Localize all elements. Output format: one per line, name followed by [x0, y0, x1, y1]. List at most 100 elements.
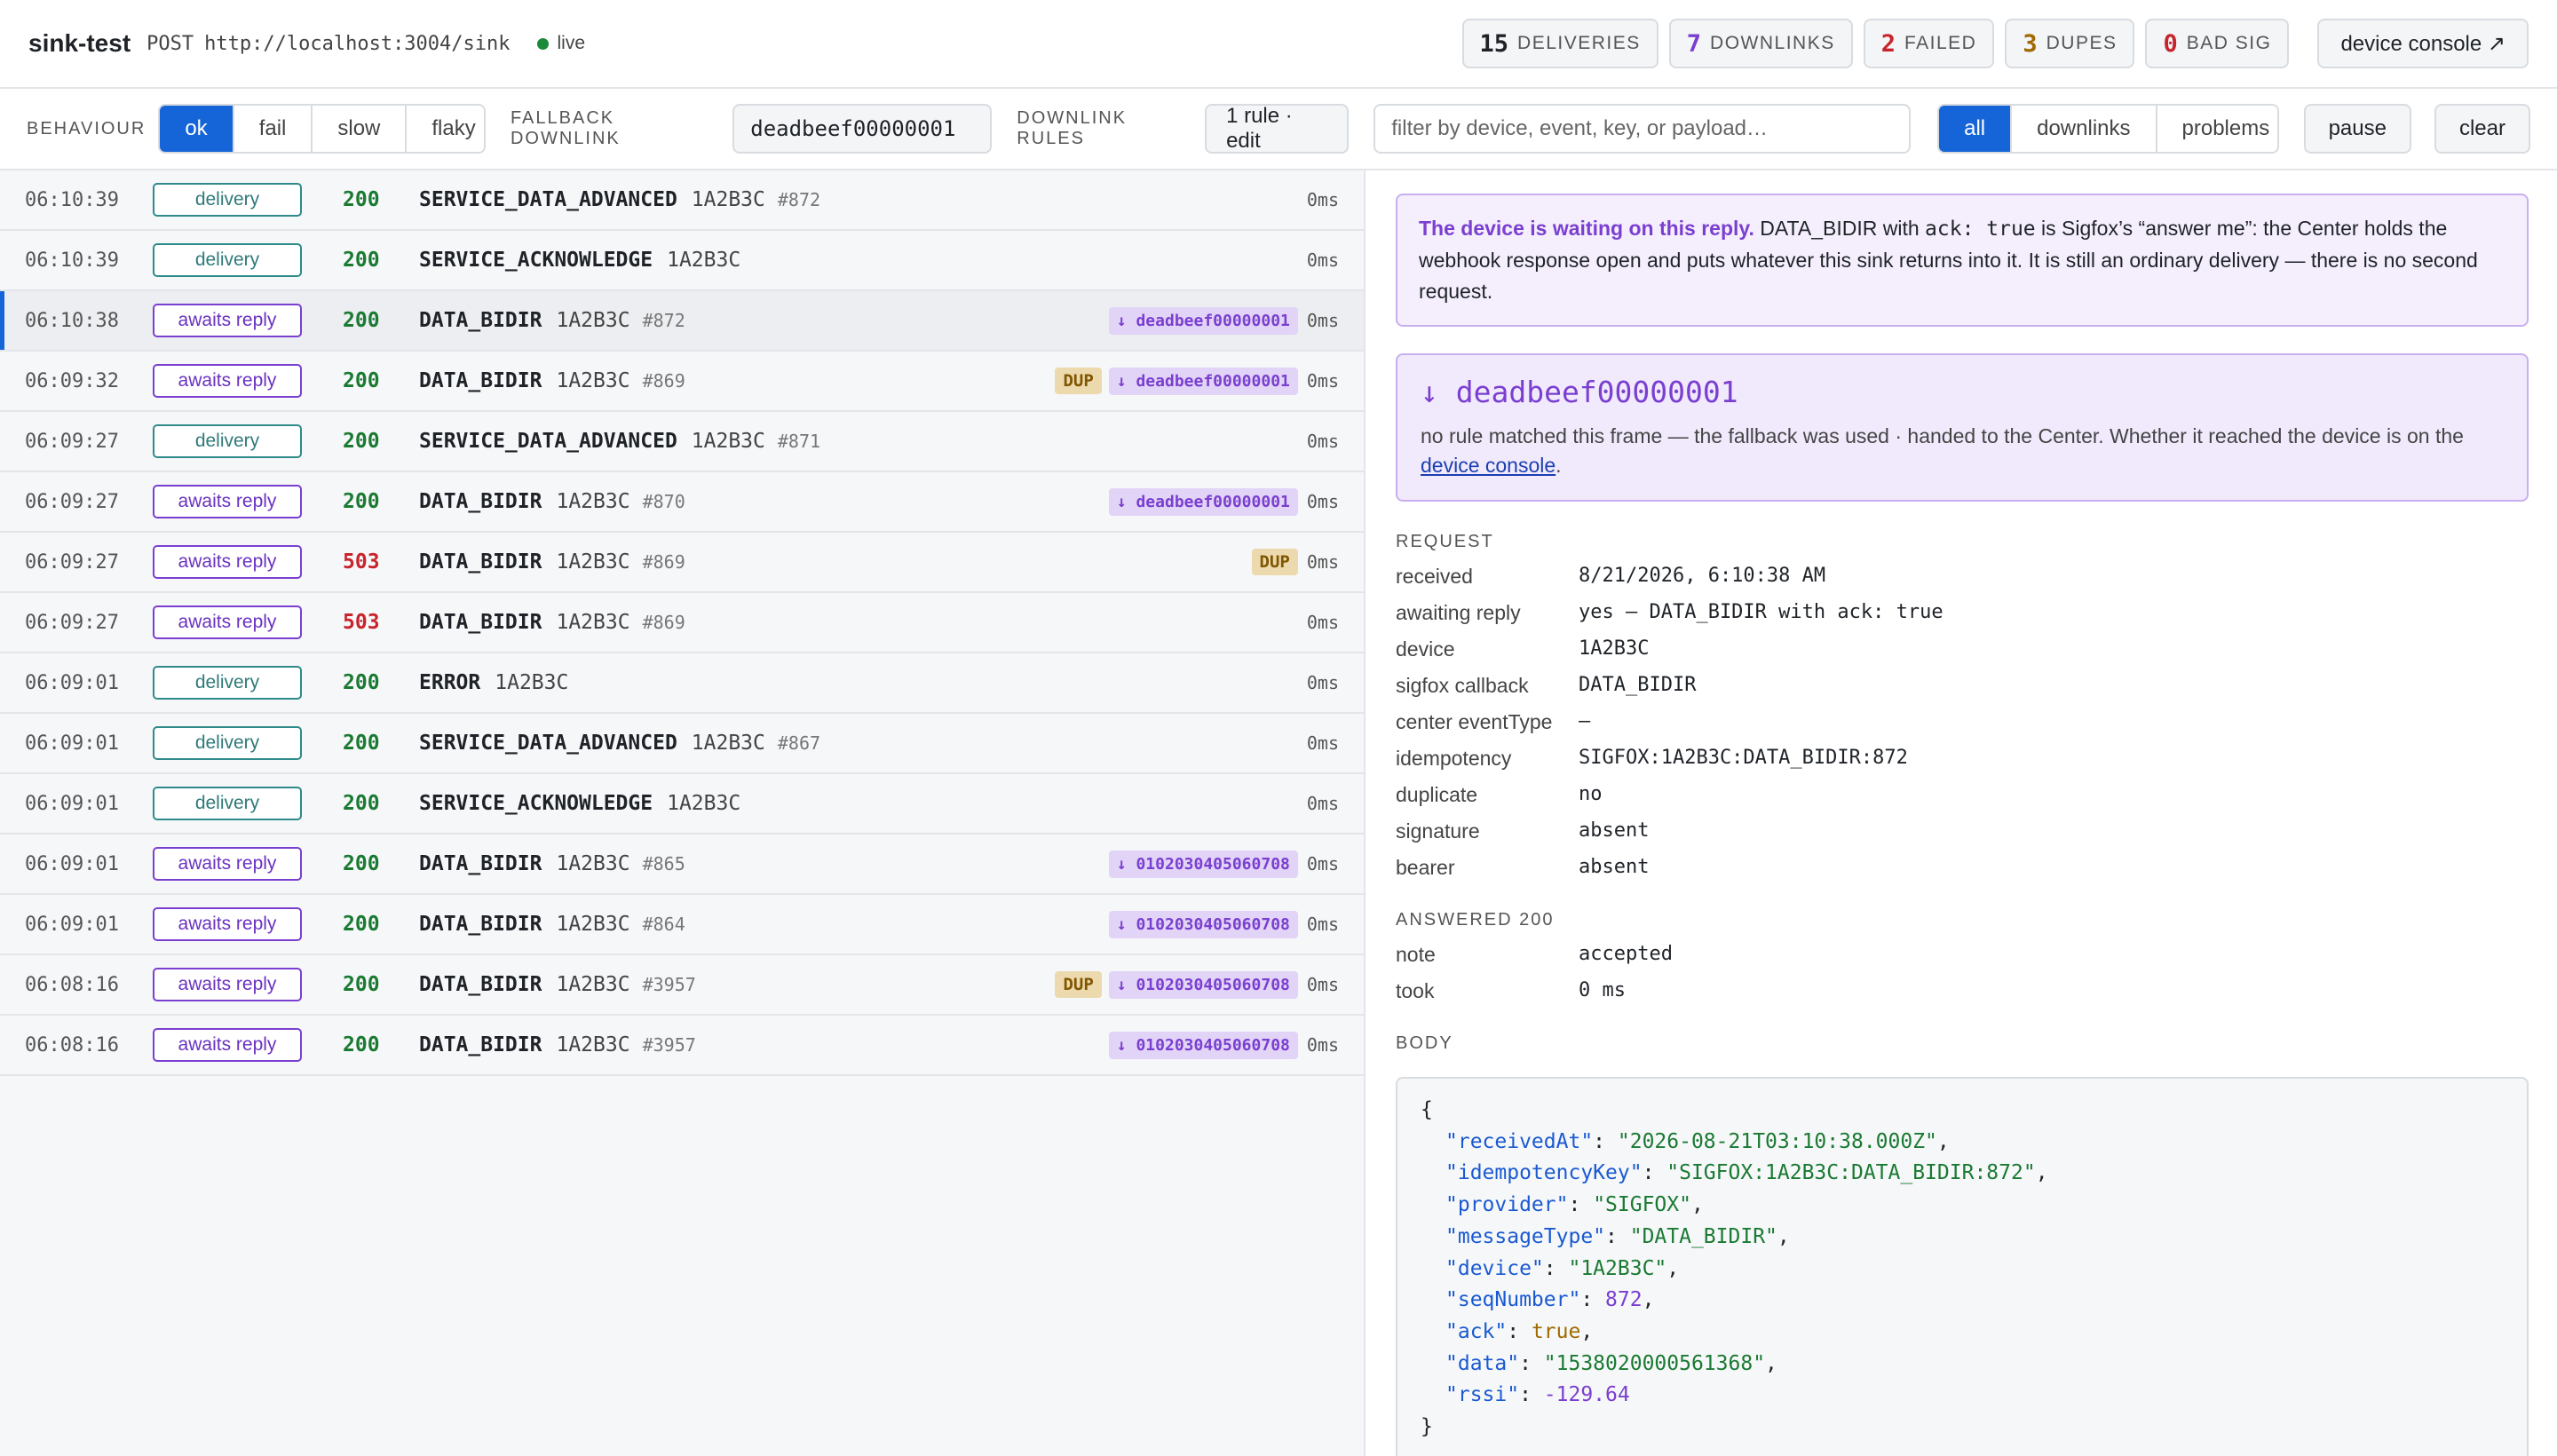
row-time: 06:09:27 — [25, 550, 119, 574]
json-line: "device": "1A2B3C", — [1445, 1256, 1680, 1280]
behaviour-fail[interactable]: fail — [232, 106, 312, 152]
downlink-badge: ↓ deadbeef00000001 — [1108, 367, 1298, 395]
row-time: 06:09:01 — [25, 671, 119, 694]
downlink-badge: ↓ 0102030405060708 — [1108, 910, 1298, 938]
counter-failed[interactable]: 2 FAILED — [1863, 19, 1995, 68]
delivery-row[interactable]: 06:10:39 delivery 200 SERVICE_DATA_ADVANCED… — [0, 170, 1364, 231]
downlink-description: no rule matched this frame — the fallbac… — [1421, 422, 2504, 480]
delivery-row[interactable]: 06:09:27 awaits reply 503 DATA_BIDIR 1A2B3C #… — [0, 533, 1364, 593]
fallback-downlink-label: FALLBACK DOWNLINK — [510, 108, 621, 148]
behaviour-slow[interactable]: slow — [311, 106, 406, 152]
clear-button[interactable]: clear — [2434, 104, 2530, 154]
kind-badge: awaits reply — [153, 605, 302, 639]
counter-bad-sig[interactable]: 0 BAD SIG — [2145, 19, 2290, 68]
status-code: 200 — [343, 1033, 380, 1056]
json-line: "data": "1538020000561368", — [1445, 1351, 1777, 1375]
delivery-row[interactable]: 06:08:16 awaits reply 200 DATA_BIDIR 1A2B3C #… — [0, 1016, 1364, 1076]
edit-rules-button[interactable]: 1 rule · edit — [1205, 104, 1350, 154]
json-line: "ack": true, — [1445, 1319, 1594, 1343]
duration: 0ms — [1306, 612, 1339, 633]
duration: 0ms — [1306, 491, 1339, 512]
field-value: — — [1579, 710, 1591, 732]
delivery-row[interactable]: 06:10:38 awaits reply 200 DATA_BIDIR 1A2B3C #… — [0, 291, 1364, 352]
json-value: true — [1531, 1319, 1581, 1343]
seq-number: #871 — [777, 431, 821, 452]
device-console-link[interactable]: device console — [1421, 454, 1556, 477]
kind-badge: delivery — [153, 726, 302, 760]
seq-number: #865 — [642, 853, 685, 874]
live-indicator-icon — [536, 37, 549, 50]
delivery-row[interactable]: 06:08:16 awaits reply 200 DATA_BIDIR 1A2B3C #… — [0, 955, 1364, 1016]
pause-button[interactable]: pause — [2303, 104, 2411, 154]
row-time: 06:09:27 — [25, 611, 119, 634]
field-value: accepted — [1579, 943, 1673, 965]
counter-downlinks[interactable]: 7 DOWNLINKS — [1668, 19, 1853, 68]
counter-dupes[interactable]: 3 DUPES — [2005, 19, 2135, 68]
row-time: 06:09:27 — [25, 490, 119, 513]
field-row: idempotency SIGFOX:1A2B3C:DATA_BIDIR:872 — [1396, 747, 2529, 771]
row-time: 06:08:16 — [25, 1033, 119, 1056]
counter-label: BAD SIG — [2186, 33, 2272, 53]
delivery-row[interactable]: 06:09:27 awaits reply 503 DATA_BIDIR 1A2B3C #… — [0, 593, 1364, 653]
device-id: 1A2B3C — [556, 309, 630, 332]
fallback-downlink-input[interactable] — [732, 104, 993, 154]
behaviour-ok[interactable]: ok — [160, 106, 233, 152]
live-label: live — [557, 33, 586, 53]
delivery-row[interactable]: 06:09:01 delivery 200 SERVICE_ACKNOWLEDGE 1A… — [0, 774, 1364, 835]
field-value: no — [1579, 783, 1603, 805]
view-all[interactable]: all — [1939, 106, 2011, 152]
downlink-box: ↓ deadbeef00000001 no rule matched this … — [1396, 353, 2529, 502]
event-name: DATA_BIDIR 1A2B3C #3957 — [419, 1033, 696, 1056]
device-console-button[interactable]: device console ↗ — [2317, 19, 2529, 68]
field-key: sigfox callback — [1396, 674, 1529, 697]
json-value: "DATA_BIDIR" — [1629, 1224, 1777, 1248]
downlink-badge: ↓ 0102030405060708 — [1108, 850, 1298, 878]
dup-badge: DUP — [1251, 549, 1298, 575]
event-name: ERROR 1A2B3C — [419, 671, 569, 694]
status-code: 503 — [343, 611, 380, 634]
view-problems[interactable]: problems — [2155, 106, 2277, 152]
status-code: 200 — [343, 732, 380, 755]
delivery-row[interactable]: 06:10:39 delivery 200 SERVICE_ACKNOWLEDGE 1A… — [0, 231, 1364, 291]
downlink-desc-end: . — [1556, 454, 1562, 477]
row-time: 06:09:01 — [25, 732, 119, 755]
behaviour-flaky[interactable]: flaky — [405, 106, 484, 152]
kind-badge: awaits reply — [153, 364, 302, 398]
answer-fields: note accepted took 0 ms — [1396, 943, 2529, 1003]
dup-badge: DUP — [1055, 971, 1102, 998]
filter-input[interactable] — [1373, 104, 1912, 154]
event-name: SERVICE_DATA_ADVANCED 1A2B3C #872 — [419, 188, 821, 211]
delivery-row[interactable]: 06:09:01 awaits reply 200 DATA_BIDIR 1A2B3C #… — [0, 835, 1364, 895]
kind-badge: delivery — [153, 787, 302, 820]
delivery-row[interactable]: 06:09:01 delivery 200 ERROR 1A2B3C 0ms — [0, 653, 1364, 714]
delivery-row[interactable]: 06:09:27 delivery 200 SERVICE_DATA_ADVANCED… — [0, 412, 1364, 472]
counter-deliveries[interactable]: 15 DELIVERIES — [1461, 19, 1658, 68]
duration: 0ms — [1306, 793, 1339, 814]
json-key: "seqNumber" — [1445, 1288, 1581, 1312]
delivery-row[interactable]: 06:09:27 awaits reply 200 DATA_BIDIR 1A2B3C #… — [0, 472, 1364, 533]
field-row: took 0 ms — [1396, 979, 2529, 1003]
notice-heading: The device is waiting on this reply. — [1419, 217, 1754, 240]
device-id: 1A2B3C — [691, 732, 765, 755]
row-time: 06:10:39 — [25, 249, 119, 272]
json-value: "1538020000561368" — [1543, 1351, 1766, 1375]
delivery-row[interactable]: 06:09:01 delivery 200 SERVICE_DATA_ADVANCED… — [0, 714, 1364, 774]
device-id: 1A2B3C — [691, 430, 765, 453]
field-row: received 8/21/2026, 6:10:38 AM — [1396, 565, 2529, 589]
kind-badge: awaits reply — [153, 968, 302, 1001]
json-key: "receivedAt" — [1445, 1129, 1594, 1153]
answer-section-title: ANSWERED 200 — [1396, 910, 1555, 930]
field-value: SIGFOX:1A2B3C:DATA_BIDIR:872 — [1579, 747, 1908, 769]
status-code: 200 — [343, 430, 380, 453]
view-downlinks[interactable]: downlinks — [2010, 106, 2156, 152]
http-method: POST — [146, 32, 194, 55]
awaiting-reply-notice: The device is waiting on this reply. DAT… — [1396, 194, 2529, 327]
event-name: SERVICE_DATA_ADVANCED 1A2B3C #871 — [419, 430, 821, 453]
field-key: note — [1396, 943, 1436, 966]
counter-value: 7 — [1686, 29, 1702, 58]
event-name: DATA_BIDIR 1A2B3C #870 — [419, 490, 685, 513]
delivery-row[interactable]: 06:09:01 awaits reply 200 DATA_BIDIR 1A2B3C #… — [0, 895, 1364, 955]
delivery-row[interactable]: 06:09:32 awaits reply 200 DATA_BIDIR 1A2B3C #… — [0, 352, 1364, 412]
counters: 15 DELIVERIES 7 DOWNLINKS 2 FAILED 3 DUP… — [1461, 19, 2529, 68]
field-value: absent — [1579, 819, 1650, 842]
